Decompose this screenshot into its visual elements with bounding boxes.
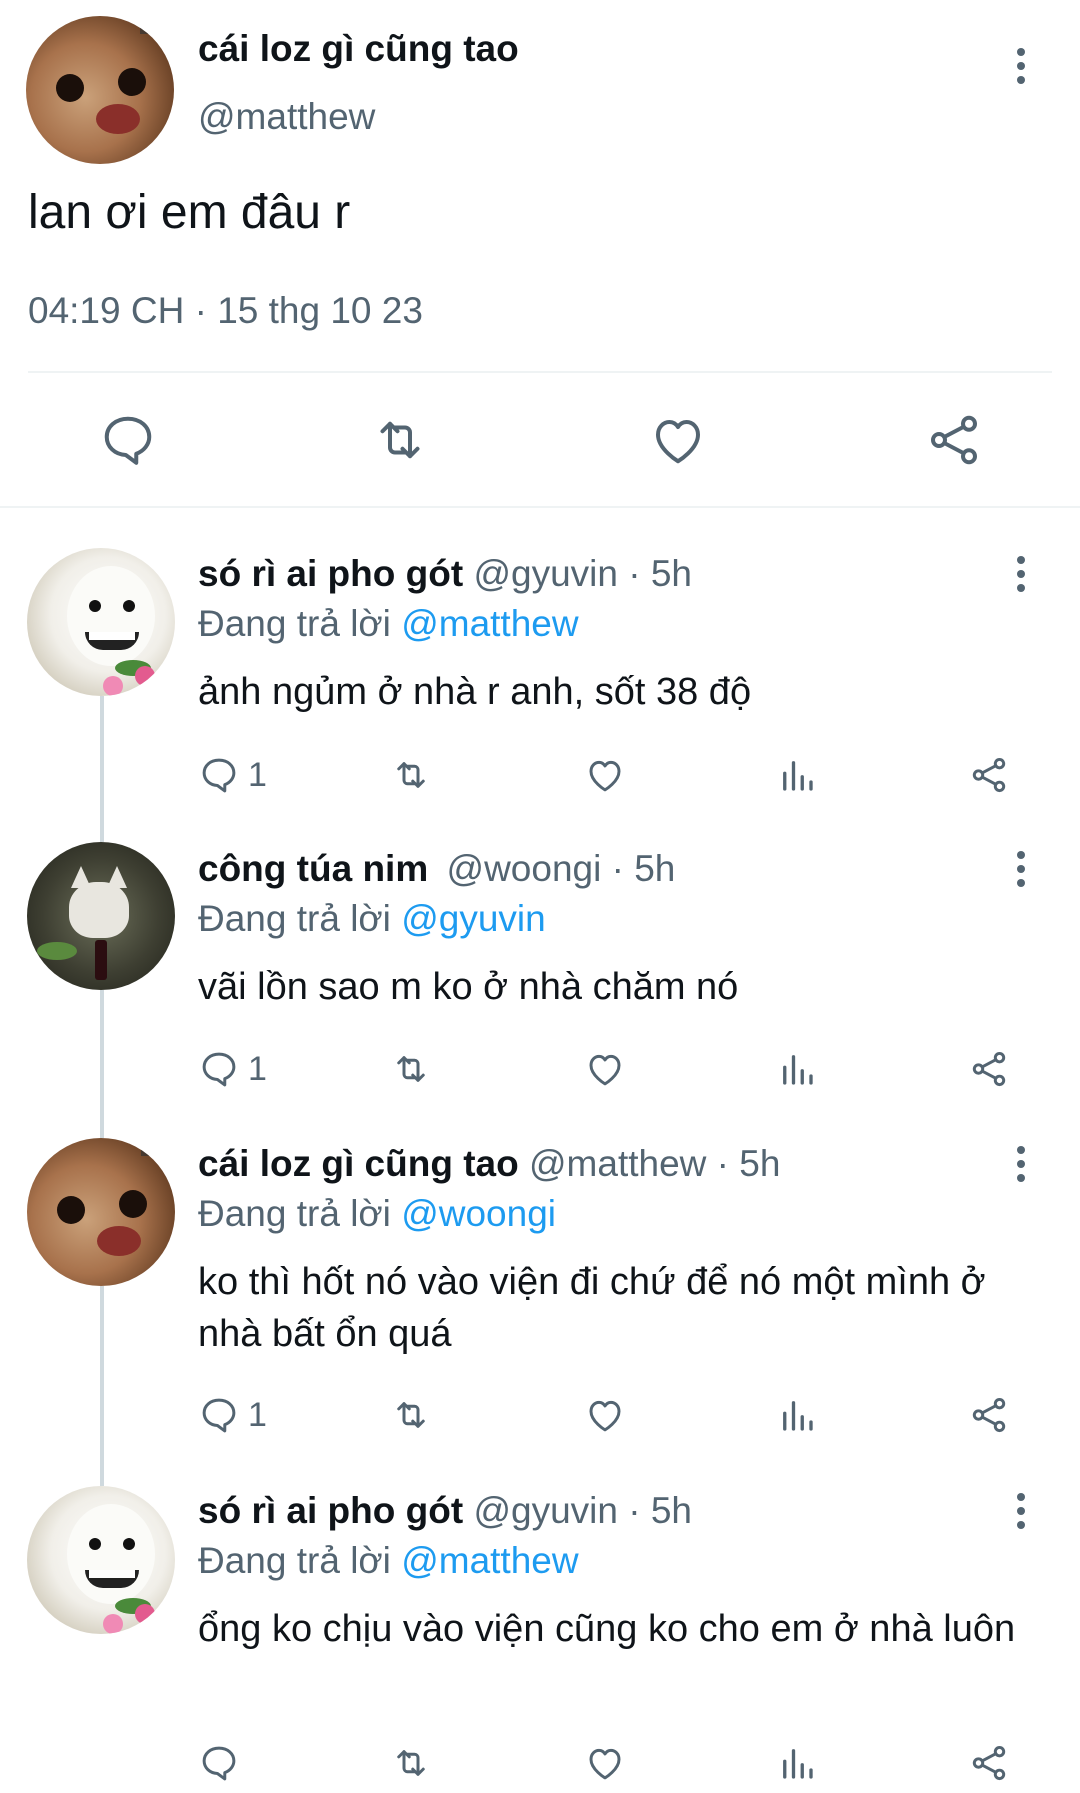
handle-time[interactable]: @gyuvin · 5h [473, 553, 692, 594]
analytics-icon[interactable] [776, 1046, 818, 1092]
avatar[interactable] [27, 548, 175, 696]
mention-link[interactable]: @gyuvin [401, 898, 546, 939]
reply-button[interactable]: 1 [198, 752, 267, 798]
replying-to: Đang trả lời @woongi [198, 1193, 556, 1235]
replying-prefix: Đang trả lời [198, 603, 402, 644]
like-icon[interactable] [584, 1046, 626, 1092]
reply-button[interactable] [198, 1740, 248, 1786]
replying-to: Đang trả lời @gyuvin [198, 898, 546, 940]
like-icon[interactable] [584, 1392, 626, 1438]
display-name[interactable]: só rì ai pho gót [198, 1490, 463, 1531]
replying-to: Đang trả lời @matthew [198, 1540, 579, 1582]
analytics-icon[interactable] [776, 1740, 818, 1786]
replying-prefix: Đang trả lời [198, 1540, 402, 1581]
display-name[interactable]: công túa nim [198, 848, 428, 889]
reply-button[interactable]: 1 [198, 1392, 267, 1438]
tweet-text: ổng ko chịu vào viện cũng ko cho em ở nh… [198, 1608, 1016, 1650]
avatar[interactable] [26, 16, 174, 164]
reply-button[interactable]: 1 [198, 1046, 267, 1092]
tweet-text: lan ơi em đâu r [28, 186, 351, 239]
more-options-icon[interactable] [1015, 851, 1027, 895]
avatar[interactable] [27, 1138, 175, 1286]
tweet-text: ảnh ngủm ở nhà r anh, sốt 38 độ [198, 671, 752, 713]
more-options-icon[interactable] [1015, 556, 1027, 600]
display-name[interactable]: cái loz gì cũng tao [198, 28, 519, 70]
display-name[interactable]: cái loz gì cũng tao [198, 1143, 519, 1184]
handle-time[interactable]: @matthew · 5h [529, 1143, 780, 1184]
like-icon[interactable] [584, 1740, 626, 1786]
reply-count: 1 [248, 1049, 267, 1088]
share-icon[interactable] [968, 1046, 1010, 1092]
avatar[interactable] [27, 842, 175, 990]
replying-prefix: Đang trả lời [198, 898, 402, 939]
thread-line [100, 990, 104, 1138]
like-icon[interactable] [648, 410, 708, 470]
retweet-icon[interactable] [390, 752, 432, 798]
mention-link[interactable]: @matthew [401, 1540, 578, 1581]
divider [28, 371, 1052, 373]
tweet-text: ko thì hốt nó vào viện đi chứ để nó một … [198, 1261, 986, 1355]
retweet-icon[interactable] [370, 410, 430, 470]
share-icon[interactable] [968, 1392, 1010, 1438]
like-icon[interactable] [584, 752, 626, 798]
share-icon[interactable] [924, 410, 984, 470]
more-options-icon[interactable] [1015, 48, 1027, 92]
replying-to: Đang trả lời @matthew [198, 603, 579, 645]
reply-icon [202, 758, 236, 793]
handle-time[interactable]: @woongi · 5h [447, 848, 676, 889]
divider [0, 506, 1080, 508]
user-handle[interactable]: @matthew [198, 96, 375, 138]
reply-icon [202, 1398, 236, 1433]
reply-icon [202, 1052, 236, 1087]
thread-line [100, 1286, 104, 1486]
retweet-icon[interactable] [390, 1046, 432, 1092]
retweet-icon[interactable] [390, 1740, 432, 1786]
mention-link[interactable]: @woongi [401, 1193, 556, 1234]
display-name[interactable]: só rì ai pho gót [198, 553, 463, 594]
avatar[interactable] [27, 1486, 175, 1634]
more-options-icon[interactable] [1015, 1146, 1027, 1190]
reply-icon[interactable] [98, 410, 158, 470]
reply-count: 1 [248, 1395, 267, 1434]
share-icon[interactable] [968, 1740, 1010, 1786]
handle-time[interactable]: @gyuvin · 5h [473, 1490, 692, 1531]
replying-prefix: Đang trả lời [198, 1193, 402, 1234]
more-options-icon[interactable] [1015, 1493, 1027, 1537]
mention-link[interactable]: @matthew [401, 603, 578, 644]
reply-count: 1 [248, 755, 267, 794]
share-icon[interactable] [968, 752, 1010, 798]
thread-line [100, 696, 104, 842]
tweet-timestamp: 04:19 CH · 15 thg 10 23 [28, 290, 423, 331]
analytics-icon[interactable] [776, 752, 818, 798]
analytics-icon[interactable] [776, 1392, 818, 1438]
retweet-icon[interactable] [390, 1392, 432, 1438]
reply-icon [202, 1746, 236, 1781]
tweet-text: vãi lồn sao m ko ở nhà chăm nó [198, 966, 739, 1008]
